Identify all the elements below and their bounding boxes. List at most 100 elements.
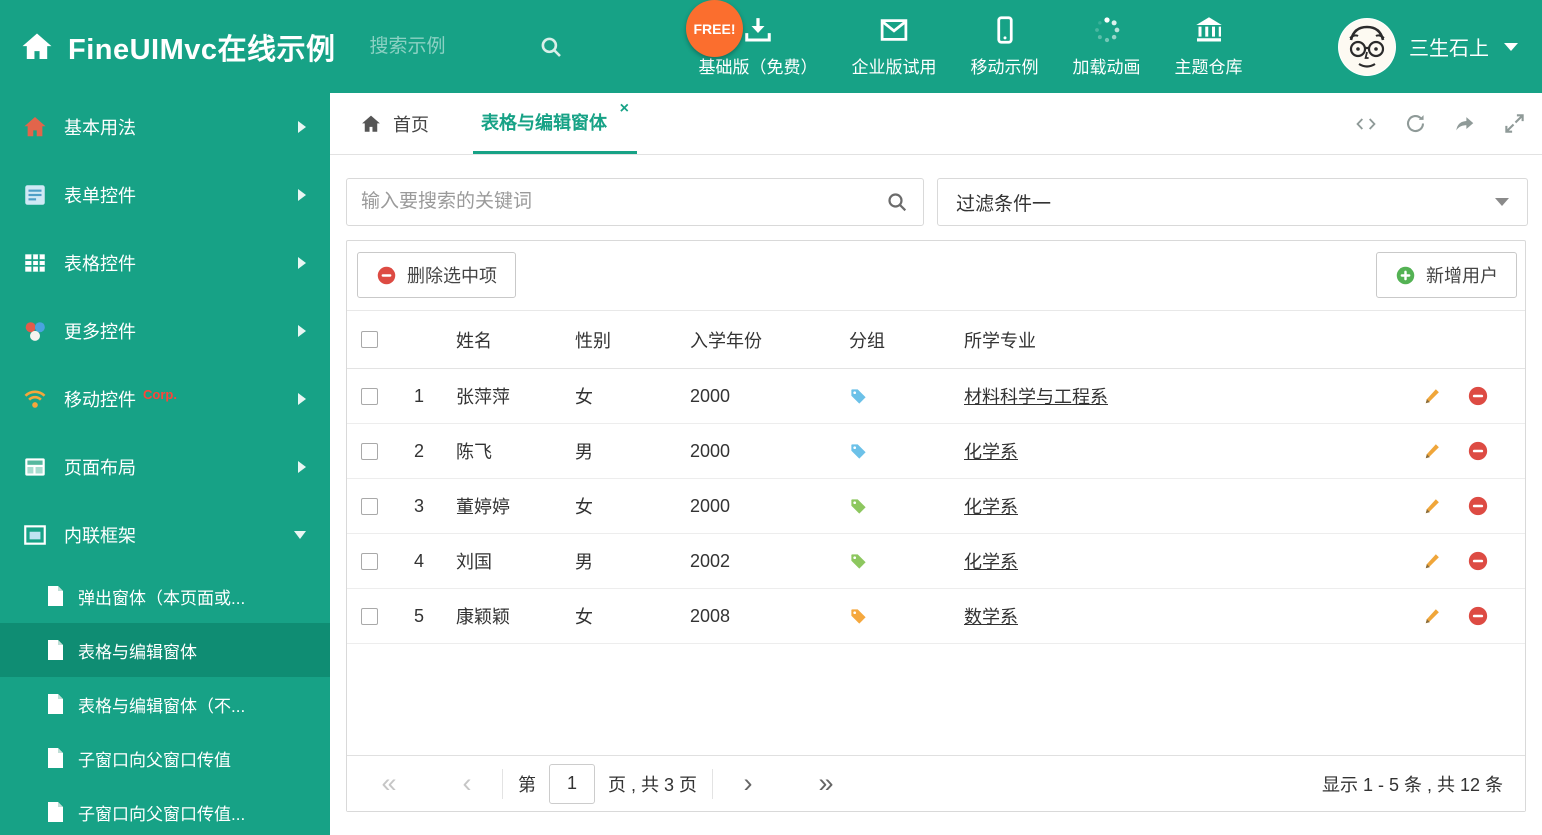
sidebar-item-more-controls[interactable]: 更多控件 [0, 297, 330, 365]
delete-icon[interactable] [1467, 550, 1489, 572]
user-menu[interactable]: 三生石上 [1338, 17, 1518, 76]
delete-icon[interactable] [1467, 605, 1489, 627]
sidebar-item-label: 基本用法 [64, 118, 136, 138]
nav-item-mobile-demos[interactable]: 移动示例 [954, 15, 1056, 78]
delete-icon[interactable] [1467, 495, 1489, 517]
home-logo-icon [20, 30, 54, 64]
edit-icon[interactable] [1421, 440, 1443, 462]
sidebar: 基本用法 表单控件 表格控件 更多控件 移动控件 Corp. 页面布局 内联框架… [0, 93, 330, 835]
sidebar-item-basic-usage[interactable]: 基本用法 [0, 93, 330, 161]
sidebar-item-label: 更多控件 [64, 322, 136, 342]
tab-active-label: 表格与编辑窗体 [481, 113, 607, 133]
sidebar-subitem-label: 表格与编辑窗体（不... [78, 696, 246, 716]
nav-item-loading-animations[interactable]: 加载动画 [1056, 15, 1158, 78]
pagination-bar: « ‹ 第 页 , 共 3 页 › » 显示 1 - 5 条 , 共 12 条 [347, 755, 1525, 811]
file-icon [46, 639, 65, 661]
row-number: 3 [413, 495, 424, 516]
close-icon[interactable]: × [620, 101, 629, 117]
brand[interactable]: FineUIMvc在线示例 [0, 26, 336, 68]
sidebar-item-form-controls[interactable]: 表单控件 [0, 161, 330, 229]
cell-name: 刘国 [456, 552, 492, 572]
grid-toolbar: 删除选中项 新增用户 [347, 241, 1525, 311]
filter-dropdown[interactable]: 过滤条件一 [937, 178, 1528, 226]
cell-year: 2000 [690, 385, 731, 406]
page-number-input[interactable] [549, 763, 595, 804]
major-link[interactable]: 数学系 [964, 607, 1018, 627]
bank-icon [1194, 15, 1224, 45]
cell-year: 2002 [690, 550, 731, 571]
cell-name: 陈飞 [456, 442, 492, 462]
sidebar-subitem-grid-edit-window[interactable]: 表格与编辑窗体 [0, 623, 330, 677]
tab-home[interactable]: 首页 [360, 93, 429, 154]
delete-selected-button[interactable]: 删除选中项 [357, 252, 516, 298]
sidebar-item-label: 表单控件 [64, 186, 136, 206]
sidebar-item-page-layout[interactable]: 页面布局 [0, 433, 330, 501]
divider [502, 768, 503, 799]
cell-year: 2008 [690, 605, 731, 626]
sidebar-item-iframe[interactable]: 内联框架 [0, 501, 330, 569]
major-link[interactable]: 化学系 [964, 497, 1018, 517]
header-search-input[interactable] [369, 35, 538, 58]
delete-icon[interactable] [1467, 385, 1489, 407]
select-all-checkbox[interactable] [360, 331, 378, 348]
table-row: 2 陈飞 男 2000 化学系 [347, 424, 1525, 479]
refresh-icon[interactable] [1404, 112, 1427, 135]
tab-grid-edit-window[interactable]: 表格与编辑窗体 × [473, 93, 637, 154]
sidebar-subitem-popup-window[interactable]: 弹出窗体（本页面或... [0, 569, 330, 623]
row-checkbox[interactable] [360, 442, 378, 460]
user-avatar [1338, 17, 1396, 76]
cell-name: 康颖颖 [456, 607, 510, 627]
layout-icon [22, 454, 48, 480]
corp-badge: Corp. [143, 386, 177, 402]
edit-icon[interactable] [1421, 605, 1443, 627]
sidebar-subitem-child-to-parent[interactable]: 子窗口向父窗口传值 [0, 731, 330, 785]
table-header-row: 姓名 性别 入学年份 分组 所学专业 [347, 311, 1525, 369]
row-checkbox[interactable] [360, 607, 378, 625]
search-icon[interactable] [885, 190, 909, 214]
row-checkbox[interactable] [360, 552, 378, 570]
next-page-button[interactable]: › [728, 770, 768, 797]
spinner-icon [1092, 15, 1122, 45]
delete-icon[interactable] [1467, 440, 1489, 462]
row-checkbox[interactable] [360, 387, 378, 405]
sidebar-subitem-child-to-parent-2[interactable]: 子窗口向父窗口传值... [0, 785, 330, 835]
column-header-gender: 性别 [575, 330, 611, 351]
keyword-search-box [346, 178, 924, 226]
sidebar-subitem-label: 弹出窗体（本页面或... [78, 588, 246, 608]
chevron-right-icon [298, 325, 306, 337]
nav-item-theme-repository[interactable]: 主题仓库 [1158, 15, 1260, 78]
edit-icon[interactable] [1421, 550, 1443, 572]
file-icon [46, 747, 65, 769]
row-checkbox[interactable] [360, 497, 378, 515]
edit-icon[interactable] [1421, 385, 1443, 407]
column-header-major: 所学专业 [964, 330, 1036, 351]
tag-icon [843, 387, 964, 406]
sidebar-item-mobile-controls[interactable]: 移动控件 Corp. [0, 365, 330, 433]
table-row: 3 董婷婷 女 2000 化学系 [347, 479, 1525, 534]
search-icon[interactable] [538, 34, 564, 60]
frame-icon [22, 522, 48, 548]
source-code-icon[interactable] [1354, 113, 1378, 135]
cell-year: 2000 [690, 440, 731, 461]
divider [712, 768, 714, 799]
major-link[interactable]: 化学系 [964, 552, 1018, 572]
edit-icon[interactable] [1421, 495, 1443, 517]
prev-page-button[interactable]: ‹ [447, 770, 487, 797]
sidebar-subitem-grid-edit-window-2[interactable]: 表格与编辑窗体（不... [0, 677, 330, 731]
expand-icon[interactable] [1503, 112, 1526, 135]
keyword-search-input[interactable] [361, 191, 885, 213]
last-page-button[interactable]: » [806, 770, 846, 797]
header-search [369, 34, 582, 60]
sidebar-item-grid-controls[interactable]: 表格控件 [0, 229, 330, 297]
major-link[interactable]: 材料科学与工程系 [964, 387, 1108, 407]
file-icon [46, 801, 65, 823]
nav-item-enterprise-trial[interactable]: 企业版试用 [835, 15, 954, 78]
first-page-button[interactable]: « [369, 770, 409, 797]
free-badge: FREE! [686, 0, 743, 57]
nav-label: 加载动画 [1072, 58, 1141, 77]
major-link[interactable]: 化学系 [964, 442, 1018, 462]
chevron-right-icon [298, 257, 306, 269]
sidebar-item-label: 内联框架 [64, 526, 136, 546]
share-icon[interactable] [1453, 113, 1477, 135]
add-user-button[interactable]: 新增用户 [1376, 252, 1517, 298]
